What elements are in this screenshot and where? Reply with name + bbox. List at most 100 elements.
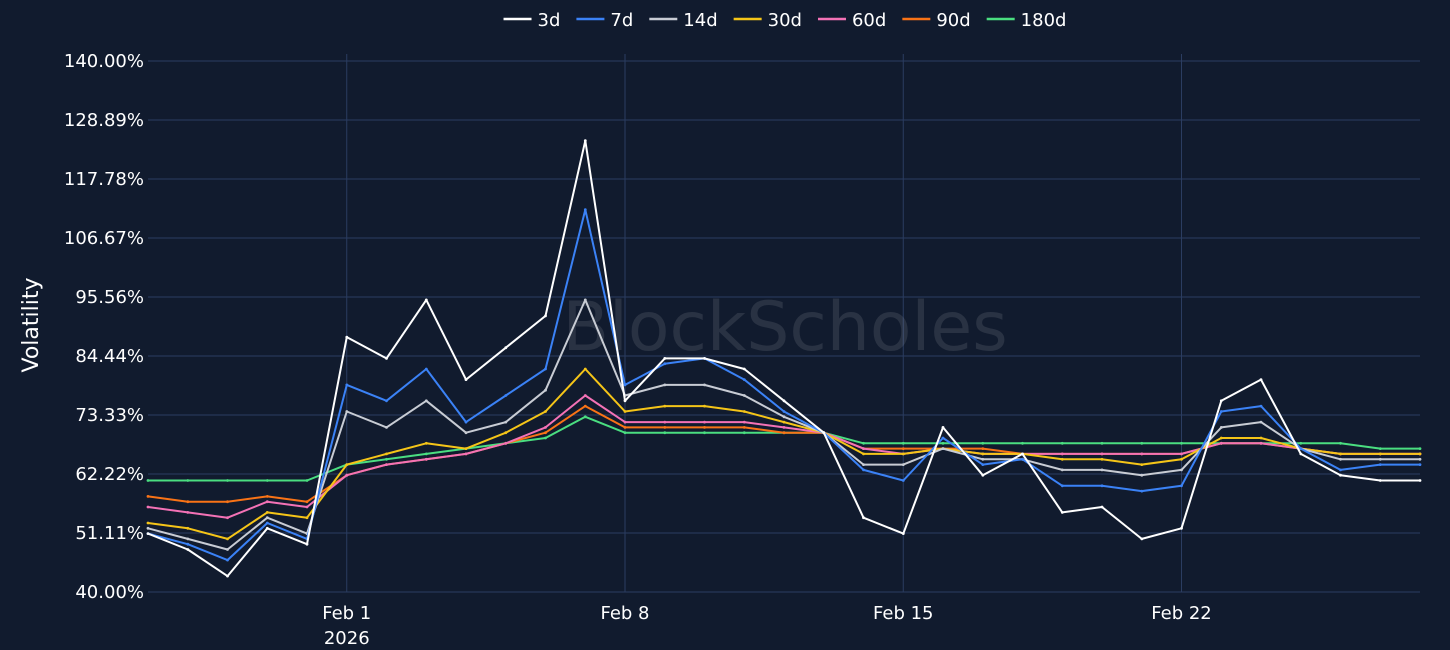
legend-item-3d[interactable]: 3d — [503, 10, 561, 31]
data-point-90d — [742, 426, 746, 429]
data-point-14d — [1180, 468, 1183, 472]
data-point-7d — [385, 399, 388, 403]
data-point-3d — [226, 574, 229, 578]
legend-item-7d[interactable]: 7d — [576, 10, 633, 31]
legend-item-60d[interactable]: 60d — [817, 10, 886, 31]
data-point-30d — [385, 452, 388, 456]
data-point-14d — [1418, 457, 1422, 461]
data-point-7d — [345, 383, 349, 387]
data-point-180d — [862, 441, 865, 445]
data-point-60d — [1259, 441, 1263, 445]
data-point-60d — [1140, 452, 1144, 456]
data-point-3d — [1418, 479, 1422, 482]
data-point-30d — [1259, 436, 1263, 440]
data-point-30d — [1100, 457, 1104, 461]
data-point-90d — [981, 447, 985, 450]
data-point-7d — [1021, 457, 1024, 461]
data-point-3d — [623, 399, 627, 403]
data-point-30d — [862, 452, 865, 456]
volatility-chart-svg: BlockScholes 140.00% 128.89% 117.78% 106.67… — [19, 10, 1422, 649]
legend-item-180d[interactable]: 180d — [986, 10, 1067, 31]
data-point-7d — [862, 468, 865, 472]
data-point-14d — [1060, 468, 1064, 472]
data-point-7d — [1180, 484, 1183, 488]
y-tick-label: 117.78% — [64, 169, 144, 190]
legend-item-14d[interactable]: 14d — [649, 10, 718, 31]
volatility-chart: BlockScholes 140.00% 128.89% 117.78% 106.67… — [0, 0, 1450, 650]
data-point-7d — [1219, 410, 1223, 413]
data-point-7d — [1299, 447, 1303, 450]
data-point-3d — [1259, 378, 1263, 381]
legend-item-30d[interactable]: 30d — [733, 10, 802, 31]
x-axis-ticks: Feb 1 2026 Feb 8 Feb 15 Feb 22 — [322, 603, 1212, 649]
x-tick-label: Feb 1 — [322, 603, 371, 624]
data-point-3d — [504, 346, 508, 350]
data-point-3d — [1378, 479, 1382, 482]
data-point-3d — [583, 139, 587, 143]
data-point-60d — [424, 457, 428, 461]
data-point-180d — [703, 431, 706, 435]
data-point-3d — [1299, 452, 1303, 456]
data-point-60d — [464, 452, 468, 456]
y-tick-label: 40.00% — [75, 582, 144, 603]
data-point-60d — [862, 447, 865, 450]
data-point-90d — [623, 426, 627, 429]
data-point-14d — [186, 537, 190, 541]
data-point-180d — [941, 441, 945, 445]
legend-label: 7d — [610, 10, 633, 31]
data-point-180d — [1180, 441, 1183, 445]
data-point-14d — [663, 383, 667, 387]
data-point-3d — [345, 335, 349, 339]
data-point-14d — [1100, 468, 1104, 472]
data-point-14d — [901, 463, 905, 466]
data-point-30d — [1180, 457, 1183, 461]
legend-item-90d[interactable]: 90d — [902, 10, 971, 31]
data-point-30d — [583, 367, 587, 371]
data-point-7d — [901, 479, 905, 482]
data-point-7d — [1259, 404, 1263, 408]
data-point-30d — [1339, 452, 1342, 456]
data-point-14d — [226, 548, 229, 551]
data-point-7d — [1100, 484, 1104, 488]
data-point-180d — [146, 479, 150, 482]
data-point-30d — [464, 447, 468, 450]
data-point-60d — [146, 505, 150, 509]
data-point-3d — [1140, 537, 1144, 541]
data-point-90d — [703, 426, 706, 429]
data-point-3d — [862, 516, 865, 520]
data-point-60d — [504, 441, 508, 445]
data-point-180d — [901, 441, 905, 445]
data-point-90d — [226, 500, 229, 504]
data-point-180d — [544, 436, 547, 440]
data-point-180d — [1100, 441, 1104, 445]
data-point-180d — [305, 479, 309, 482]
data-point-3d — [1100, 505, 1104, 509]
data-point-3d — [424, 298, 428, 302]
series-30d — [146, 367, 1422, 541]
y-tick-label: 73.33% — [75, 405, 144, 426]
data-point-60d — [1219, 441, 1223, 445]
data-point-60d — [385, 463, 388, 466]
data-point-180d — [265, 479, 269, 482]
data-point-30d — [901, 452, 905, 456]
data-point-90d — [901, 447, 905, 450]
data-point-3d — [1219, 399, 1223, 403]
data-point-7d — [504, 394, 508, 397]
data-point-14d — [862, 463, 865, 466]
data-point-60d — [265, 500, 269, 504]
data-point-180d — [1418, 447, 1422, 450]
data-point-14d — [1140, 473, 1144, 477]
data-point-3d — [663, 357, 667, 360]
data-point-180d — [424, 452, 428, 456]
data-point-180d — [226, 479, 229, 482]
data-point-7d — [1060, 484, 1064, 488]
data-point-7d — [981, 463, 985, 466]
data-point-60d — [1180, 452, 1183, 456]
data-point-30d — [305, 516, 309, 520]
watermark-logo: BlockScholes — [562, 288, 1007, 367]
data-point-14d — [583, 298, 587, 302]
data-point-30d — [226, 537, 229, 541]
data-point-3d — [703, 357, 706, 360]
x-tick-year-label: 2026 — [324, 628, 370, 649]
legend-label: 30d — [768, 10, 802, 31]
